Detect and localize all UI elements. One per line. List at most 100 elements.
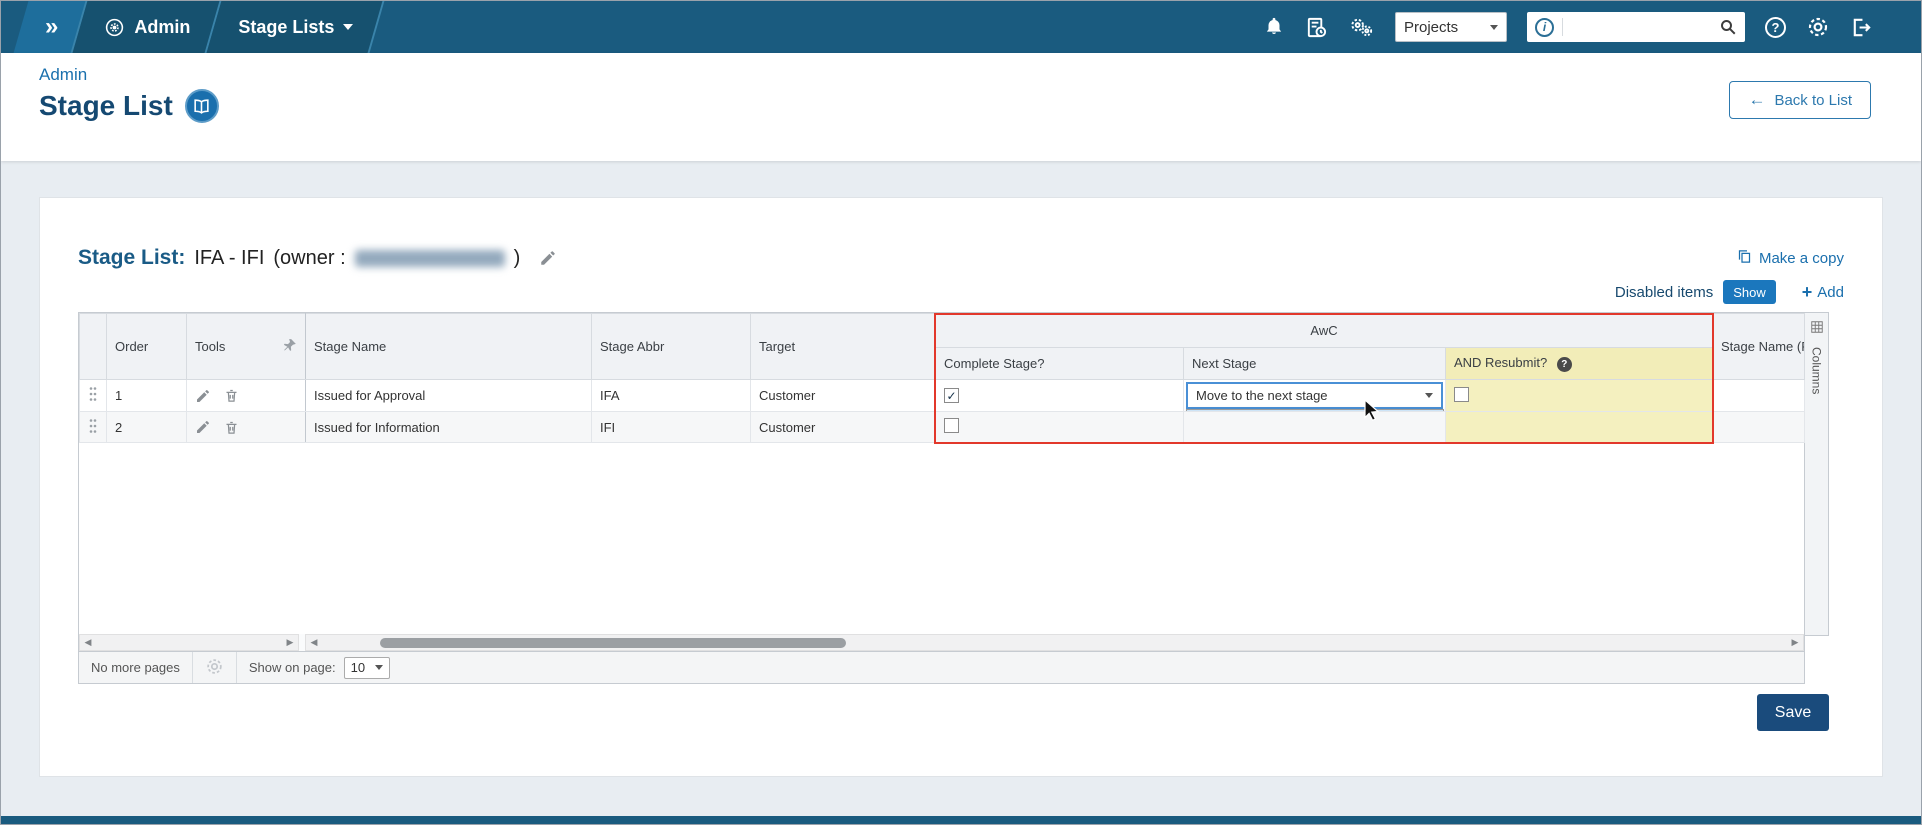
delete-row-trash-icon[interactable] — [224, 420, 239, 435]
stage-table-area: Order Tools Stage Name Stage Abbr Target… — [78, 312, 1829, 684]
automation-gears-icon[interactable] — [1348, 15, 1375, 39]
drag-column-header — [79, 313, 107, 380]
edit-row-pencil-icon[interactable] — [195, 388, 211, 404]
stage-name-r-cell — [1712, 411, 1806, 443]
order-cell: 1 — [106, 379, 187, 412]
search-icon[interactable] — [1719, 18, 1737, 36]
plus-icon: + — [1801, 281, 1813, 302]
divider — [1562, 18, 1563, 36]
next-stage-cell — [1183, 411, 1446, 443]
pagination-bar: No more pages Show on page: 10 — [78, 652, 1805, 684]
save-button[interactable]: Save — [1757, 694, 1829, 731]
edit-row-pencil-icon[interactable] — [195, 419, 211, 435]
breadcrumb-admin[interactable]: Admin — [80, 1, 214, 53]
info-icon[interactable]: i — [1535, 17, 1554, 37]
pin-icon[interactable] — [283, 338, 297, 355]
chevron-down-icon — [1490, 24, 1498, 30]
scroll-left-arrow[interactable]: ◀ — [306, 635, 322, 650]
admin-gear-icon — [104, 17, 125, 38]
order-column-header: Order — [106, 313, 187, 380]
stage-name-cell: Issued for Information — [305, 411, 592, 443]
chevron-down-icon — [1425, 393, 1433, 398]
stage-table: Order Tools Stage Name Stage Abbr Target… — [78, 312, 1806, 652]
scrollbar-track — [322, 635, 1787, 650]
show-disabled-button[interactable]: Show — [1723, 280, 1776, 304]
and-resubmit-checkbox[interactable] — [1454, 386, 1469, 402]
horizontal-scrollbars: ◀ ▶ ◀ ▶ — [79, 634, 1804, 651]
target-column-header: Target — [750, 313, 936, 380]
settings-gear-icon[interactable] — [1806, 15, 1830, 39]
projects-select[interactable]: Projects — [1395, 12, 1507, 42]
left-arrow-icon: ← — [1748, 90, 1766, 109]
target-cell: Customer — [750, 411, 936, 443]
back-to-list-button[interactable]: ← Back to List — [1729, 81, 1871, 119]
and-resubmit-cell — [1444, 411, 1714, 443]
scroll-right-arrow[interactable]: ▶ — [1787, 635, 1803, 650]
target-cell: Customer — [750, 379, 936, 412]
breadcrumb: » Admin Stage Lists — [1, 1, 377, 53]
help-icon[interactable]: ? — [1556, 356, 1572, 372]
page-title: Stage List — [39, 90, 173, 121]
stage-abbr-cell: IFA — [591, 379, 751, 412]
edit-title-pencil-icon[interactable] — [539, 249, 557, 267]
scrollbar-track — [96, 635, 282, 650]
tools-cell — [186, 411, 306, 443]
bottom-accent-bar — [1, 816, 1921, 824]
global-search: i — [1527, 12, 1745, 42]
columns-picker-tab[interactable]: Columns — [1805, 312, 1829, 636]
next-stage-select[interactable]: Move to the next stage — [1186, 382, 1443, 409]
scrollbar-thumb[interactable] — [380, 638, 846, 648]
next-stage-column-header: Next Stage — [1183, 347, 1446, 380]
complete-stage-checkbox[interactable] — [944, 418, 959, 433]
delete-row-trash-icon[interactable] — [224, 388, 239, 403]
stage-list-panel: Stage List: IFA - IFI (owner : ) Make a … — [39, 197, 1883, 777]
main-scrollbar: ◀ ▶ — [305, 634, 1804, 651]
breadcrumb-stage-lists[interactable]: Stage Lists — [214, 1, 377, 53]
drag-handle[interactable] — [79, 411, 107, 443]
stage-abbr-column-header: Stage Abbr — [591, 313, 751, 380]
chevron-down-icon — [374, 665, 383, 670]
page-header: Admin Stage List ← Back to List — [1, 53, 1921, 161]
table-row: 1 Issued for Approval IFA Customer ✓ Mov… — [79, 379, 1806, 412]
app-window: » Admin Stage Lists Projects i ? Admin S… — [0, 0, 1922, 825]
notifications-bell-icon[interactable] — [1263, 16, 1285, 38]
no-more-pages-label: No more pages — [91, 660, 180, 675]
refresh-gear-icon[interactable] — [205, 657, 224, 679]
tools-column-header: Tools — [186, 313, 306, 380]
double-chevron-icon: » — [45, 13, 58, 40]
complete-stage-checkbox[interactable]: ✓ — [944, 388, 959, 404]
topbar: » Admin Stage Lists Projects i ? — [1, 1, 1921, 53]
awc-group-header: AwC — [934, 313, 1714, 348]
expand-menu-button[interactable]: » — [21, 1, 80, 53]
frozen-pane-scrollbar: ◀ ▶ — [79, 634, 299, 651]
scroll-left-arrow[interactable]: ◀ — [80, 635, 96, 650]
owner-name-redacted — [354, 249, 505, 267]
panel-title: Stage List: IFA - IFI (owner : ) — [78, 246, 557, 270]
make-a-copy-link[interactable]: Make a copy — [1737, 249, 1844, 268]
main-content: Stage List: IFA - IFI (owner : ) Make a … — [1, 161, 1921, 777]
complete-stage-cell: ✓ — [935, 379, 1184, 412]
tools-cell — [186, 379, 306, 412]
report-schedule-icon[interactable] — [1305, 16, 1328, 39]
next-stage-cell: Move to the next stage Move to the next … — [1183, 379, 1446, 412]
grid-icon — [1810, 320, 1824, 339]
chevron-down-icon — [343, 24, 354, 30]
page-size-select[interactable]: 10 — [343, 656, 390, 679]
disabled-items-label: Disabled items — [1614, 283, 1714, 301]
stage-name-r-cell — [1712, 379, 1806, 412]
search-input[interactable] — [1571, 19, 1711, 35]
logout-icon[interactable] — [1850, 16, 1873, 39]
stage-name-r-column-header: Stage Name (R — [1712, 313, 1806, 380]
breadcrumb-admin-link[interactable]: Admin — [39, 65, 219, 85]
drag-handle[interactable] — [79, 379, 107, 412]
stage-name-cell: Issued for Approval — [305, 379, 592, 412]
stage-list-name: IFA - IFI — [194, 246, 265, 269]
add-stage-button[interactable]: + Add — [1802, 282, 1844, 303]
help-icon[interactable]: ? — [1765, 16, 1786, 38]
documentation-book-icon[interactable] — [184, 89, 219, 123]
show-on-page-label: Show on page: — [248, 660, 336, 675]
stage-name-column-header: Stage Name — [305, 313, 592, 380]
scroll-right-arrow[interactable]: ▶ — [282, 635, 298, 650]
stage-abbr-cell: IFI — [591, 411, 751, 443]
and-resubmit-cell — [1444, 379, 1714, 412]
